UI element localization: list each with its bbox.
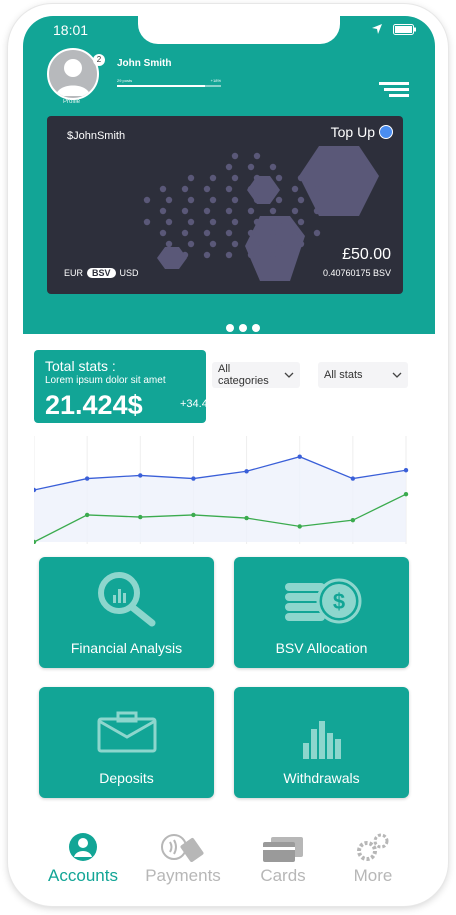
chart-point: [403, 491, 409, 497]
user-circle-icon: [69, 833, 97, 861]
gears-icon: [357, 833, 389, 861]
chart-point: [244, 469, 249, 474]
tab-more[interactable]: More: [318, 822, 428, 886]
bottom-tab-bar: Accounts Payments Cards More: [8, 822, 448, 906]
avatar[interactable]: [47, 48, 99, 100]
card-bsv-balance: 0.40760175 BSV: [322, 268, 391, 278]
user-silhouette-icon: [56, 59, 90, 96]
progress-fill: [117, 85, 206, 87]
stats-dropdown-label: All stats: [324, 369, 363, 381]
bar-graph-icon: [302, 721, 341, 759]
chart-area-fill: [34, 456, 406, 542]
profile-caption: Profile: [63, 99, 81, 105]
chevron-down-icon: [284, 372, 294, 378]
tab-accounts[interactable]: Accounts: [28, 822, 138, 886]
currency-switch[interactable]: EUR BSV USD: [64, 268, 139, 278]
briefcase-icon: [97, 711, 156, 753]
location-arrow-icon: [372, 24, 382, 34]
phone-frame: 18:01 2 Profile John Smith 29 posts +18% …: [8, 4, 448, 906]
carousel-dots[interactable]: [226, 324, 260, 332]
topup-button[interactable]: Top Up: [331, 124, 393, 140]
chart-point: [138, 473, 143, 478]
categories-dropdown-label: All categories: [218, 363, 269, 387]
bsv-allocation-label: BSV Allocation: [275, 640, 368, 656]
card-holder: $JohnSmith: [67, 130, 126, 142]
contactless-payment-icon: [161, 834, 204, 862]
chart-point: [191, 476, 196, 481]
stats-value: 21.424$: [45, 390, 143, 420]
magnifier-chart-icon: [97, 572, 155, 627]
chart-point: [297, 524, 302, 529]
withdrawals-label: Withdrawals: [283, 770, 360, 786]
chart-point: [191, 512, 196, 518]
coins-dollar-icon: $: [284, 578, 361, 624]
chart-point: [350, 517, 356, 523]
categories-dropdown[interactable]: All categories: [212, 362, 300, 388]
bsv-allocation-tile[interactable]: $ BSV Allocation: [234, 557, 409, 668]
currency-bsv[interactable]: BSV: [87, 268, 116, 278]
tab-payments-label: Payments: [145, 866, 221, 885]
financial-analysis-tile[interactable]: Financial Analysis: [39, 557, 214, 668]
svg-text:$: $: [332, 589, 344, 614]
notification-badge: 2: [93, 54, 105, 66]
status-icons: [371, 23, 417, 35]
chart-point: [138, 514, 143, 520]
deposits-tile[interactable]: Deposits: [39, 687, 214, 798]
progress-right-label: +18%: [210, 78, 221, 83]
total-stats-box: Total stats : Lorem ipsum dolor sit amet…: [34, 350, 218, 423]
stats-change: +34.4%: [180, 398, 218, 410]
chevron-down-icon: [392, 372, 402, 378]
wallet-card[interactable]: $JohnSmith Top Up EUR BSV USD £50.00 0.4…: [47, 116, 403, 294]
chart-point: [84, 512, 90, 518]
level-progress: 29 posts +18%: [117, 78, 221, 87]
stats-line-chart: [34, 436, 409, 544]
stats-title: Total stats :: [45, 358, 116, 374]
withdrawals-tile[interactable]: Withdrawals: [234, 687, 409, 798]
chart-point: [84, 476, 90, 481]
cards-icon: [263, 837, 303, 862]
financial-analysis-label: Financial Analysis: [70, 640, 183, 656]
tab-payments[interactable]: Payments: [128, 822, 238, 886]
topup-label: Top Up: [330, 124, 375, 140]
battery-icon: [393, 23, 416, 35]
tab-more-label: More: [353, 866, 393, 885]
card-balance: £50.00: [342, 246, 391, 263]
topup-dot-icon: [379, 125, 393, 139]
tab-accounts-label: Accounts: [48, 866, 118, 885]
chart-point: [403, 468, 409, 473]
progress-left-label: 29 posts: [117, 78, 133, 83]
currency-usd[interactable]: USD: [120, 268, 139, 278]
stats-dropdown[interactable]: All stats: [318, 362, 408, 388]
user-name: John Smith: [117, 58, 172, 69]
notch: [138, 16, 340, 44]
status-time: 18:01: [53, 22, 89, 38]
currency-eur[interactable]: EUR: [64, 268, 83, 278]
stats-subtitle: Lorem ipsum dolor sit amet: [45, 375, 166, 386]
menu-icon[interactable]: [379, 80, 409, 98]
chart-point: [297, 454, 302, 459]
deposits-label: Deposits: [99, 770, 154, 786]
chart-point: [350, 476, 356, 481]
chart-point: [244, 515, 249, 521]
